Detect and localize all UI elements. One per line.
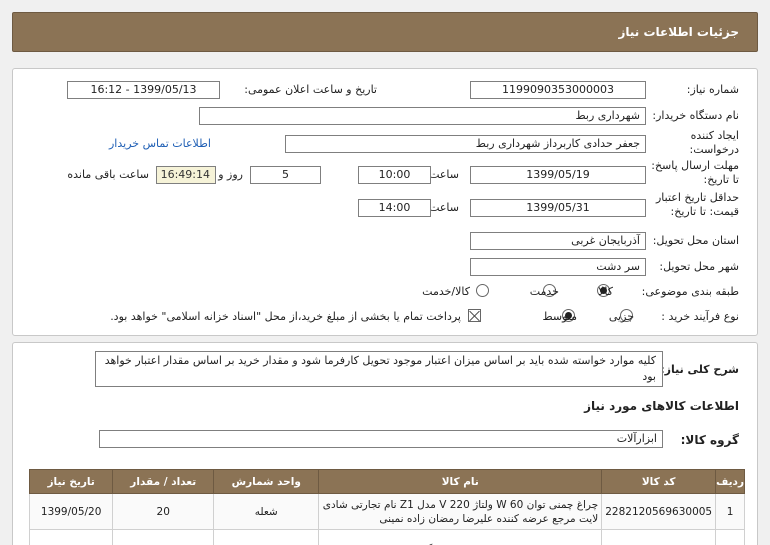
col-unit: واحد شمارش (213, 469, 320, 494)
items-section-title: اطلاعات کالاهای مورد نیاز (584, 399, 739, 413)
table-row[interactable]: 2 1172200052200001 سطل زباله مخزن دار پا… (28, 529, 745, 545)
col-qty: تعداد / مقدار (112, 469, 215, 494)
col-code: کد کالا (601, 469, 717, 494)
buyer-field: شهرداری ربط (199, 107, 646, 125)
announce-field: 1399/05/13 - 16:12 (67, 81, 220, 99)
category-radio-goods-service[interactable] (476, 284, 489, 297)
need-info-panel: شماره نیاز: 1199090353000003 تاریخ و ساع… (12, 68, 758, 336)
creator-label-2: درخواست: (689, 143, 739, 156)
description-box: کلیه موارد خواسته شده باید بر اساس میزان… (95, 351, 663, 387)
process-option-medium: متوسط (542, 310, 577, 323)
row-name: چراغ چمنی توان W 60 ولتاژ V 220 مدل Z1 ن… (318, 493, 603, 530)
row-qty (112, 529, 215, 545)
items-table: ردیف کد کالا نام کالا واحد شمارش تعداد /… (28, 469, 745, 545)
remaining-time-label: ساعت باقی مانده (67, 168, 149, 181)
deadline-time-field: 10:00 (358, 166, 431, 184)
city-field: سر دشت (470, 258, 646, 276)
announce-label: تاریخ و ساعت اعلان عمومی: (244, 83, 377, 96)
row-unit (213, 529, 320, 545)
col-date: تاریخ نیاز (28, 469, 114, 494)
row-index: 2 (715, 529, 745, 545)
row-code: 2282120569630005 (601, 493, 717, 530)
validity-time-field: 14:00 (358, 199, 431, 217)
city-label: شهر محل تحویل: (659, 260, 739, 273)
process-type-label: نوع فرآیند خرید : (661, 310, 739, 323)
row-index: 1 (715, 493, 745, 530)
buyer-contact-link[interactable]: اطلاعات تماس خریدار (109, 137, 211, 150)
row-qty: 20 (112, 493, 215, 530)
need-number-label: شماره نیاز: (686, 83, 739, 96)
deadline-label-2: تا تاریخ: (703, 173, 739, 186)
category-option-goods-service: کالا/خدمت (422, 285, 470, 298)
col-name: نام کالا (318, 469, 603, 494)
col-index: ردیف (715, 469, 745, 494)
row-name: سطل زباله مخزن دار پارکی با پایه سنگی جن… (318, 529, 603, 545)
description-label: شرح کلی نیاز: (660, 363, 739, 376)
page-header: جزئیات اطلاعات نیاز (12, 12, 758, 52)
row-unit: شعله (213, 493, 320, 530)
table-row[interactable]: 1 2282120569630005 چراغ چمنی توان W 60 و… (28, 493, 745, 530)
process-option-minor: جزیی (608, 310, 634, 323)
buyer-label: نام دستگاه خریدار: (652, 109, 739, 122)
days-remaining-field: 5 (250, 166, 321, 184)
page-title: جزئیات اطلاعات نیاز (618, 25, 739, 39)
validity-time-label: ساعت (429, 201, 459, 214)
treasury-payment-checkbox[interactable] (468, 309, 481, 322)
need-number-field: 1199090353000003 (470, 81, 646, 99)
category-label: طبقه بندی موضوعی: (641, 285, 739, 298)
validity-label: حداقل تاریخ اعتبار (655, 191, 739, 204)
deadline-label: مهلت ارسال پاسخ: (651, 159, 739, 172)
validity-label-2: قیمت: تا تاریخ: (670, 205, 739, 218)
goods-group-field: ابزارآلات (99, 430, 663, 448)
row-code: 1172200052200001 (601, 529, 717, 545)
deadline-date-field: 1399/05/19 (470, 166, 646, 184)
validity-date-field: 1399/05/31 (470, 199, 646, 217)
items-table-header: ردیف کد کالا نام کالا واحد شمارش تعداد /… (28, 469, 745, 494)
treasury-payment-note: پرداخت تمام یا بخشی از مبلغ خرید،از محل … (110, 310, 461, 323)
creator-field: جعفر حدادی کاربرداز شهرداری ربط (285, 135, 646, 153)
province-label: استان محل تحویل: (652, 234, 739, 247)
category-option-goods: کالا (598, 285, 613, 298)
row-date: 1399/05/20 (28, 529, 114, 545)
category-option-service: خدمت (529, 285, 559, 298)
items-panel: شرح کلی نیاز: کلیه موارد خواسته شده باید… (12, 342, 758, 545)
remaining-time-field: 16:49:14 (156, 166, 216, 184)
days-label: روز و (218, 168, 243, 181)
goods-group-label: گروه کالا: (680, 433, 739, 447)
row-date: 1399/05/20 (28, 493, 114, 530)
province-field: آذربایجان غربی (470, 232, 646, 250)
deadline-time-label: ساعت (429, 168, 459, 181)
creator-label: ایجاد کننده (690, 129, 739, 142)
